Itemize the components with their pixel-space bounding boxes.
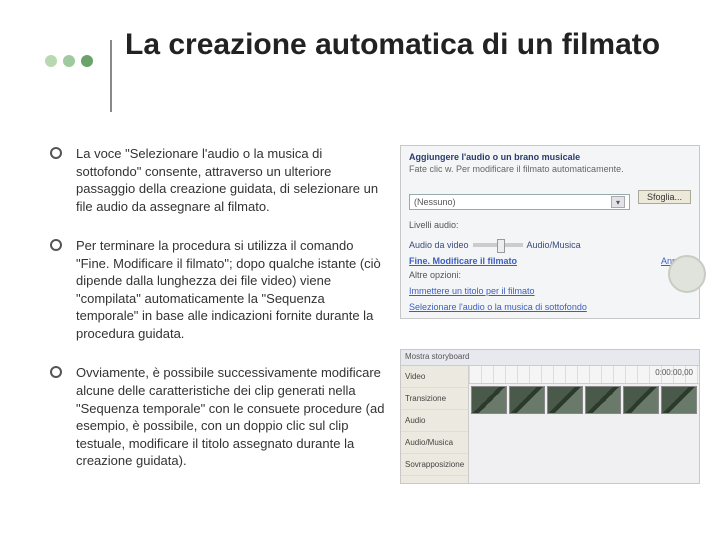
bullet-icon [50,147,62,159]
accent-dots [45,55,93,67]
timeline-header: Mostra storyboard [401,350,699,366]
other-options-label: Altre opzioni: [409,270,661,280]
track-label: Transizione [401,388,468,410]
panel-sub: Fate clic w. Per modificare il filmato a… [409,164,691,174]
bullet-icon [50,239,62,251]
bullet-text: Per terminare la procedura si utilizza i… [76,237,390,342]
bullet-text: Ovviamente, è possibile successivamente … [76,364,390,469]
clip-thumb[interactable] [547,386,583,414]
track-label: Audio/Musica [401,432,468,454]
timeline-panel: Mostra storyboard Video Transizione Audi… [400,349,700,484]
track-label: Audio [401,410,468,432]
option-link[interactable]: Immettere un titolo per il filmato [409,286,661,296]
reel-icon [668,255,706,293]
levels-label: Livelli audio: [409,220,691,230]
clip-thumb[interactable] [585,386,621,414]
clip-thumb[interactable] [661,386,697,414]
dot [45,55,57,67]
time-ruler: 0:00:00,00 [469,366,699,384]
clip-thumb[interactable] [471,386,507,414]
bullet-list: La voce "Selezionare l'audio o la musica… [50,145,390,492]
storyboard-toggle[interactable]: Mostra storyboard [405,352,469,361]
panel-header: Aggiungere l'audio o un brano musicale [409,152,691,162]
level-right-label: Audio/Musica [527,240,581,250]
page-title: La creazione automatica di un filmato [125,28,685,63]
option-link[interactable]: Selezionare l'audio o la musica di sotto… [409,302,661,312]
audio-level-slider[interactable] [473,243,523,247]
dot [63,55,75,67]
select-value: (Nessuno) [414,197,456,207]
vertical-rule [110,40,112,112]
browse-button[interactable]: Sfoglia... [638,190,691,204]
track-labels: Video Transizione Audio Audio/Musica Sov… [401,366,469,483]
dot [81,55,93,67]
list-item: Ovviamente, è possibile successivamente … [50,364,390,469]
list-item: La voce "Selezionare l'audio o la musica… [50,145,390,215]
audio-select[interactable]: (Nessuno) ▾ [409,194,630,210]
figures: Aggiungere l'audio o un brano musicale F… [400,145,700,484]
finish-link[interactable]: Fine. Modificare il filmato [409,256,661,266]
clip-thumb[interactable] [509,386,545,414]
level-left-label: Audio da video [409,240,469,250]
chevron-down-icon[interactable]: ▾ [611,196,625,208]
wizard-audio-panel: Aggiungere l'audio o un brano musicale F… [400,145,700,319]
track-label: Sovrapposizione [401,454,468,476]
track-label: Video [401,366,468,388]
bullet-text: La voce "Selezionare l'audio o la musica… [76,145,390,215]
clip-thumb[interactable] [623,386,659,414]
bullet-icon [50,366,62,378]
timeline-track[interactable]: 0:00:00,00 [469,366,699,416]
timecode: 0:00:00,00 [469,366,699,379]
list-item: Per terminare la procedura si utilizza i… [50,237,390,342]
